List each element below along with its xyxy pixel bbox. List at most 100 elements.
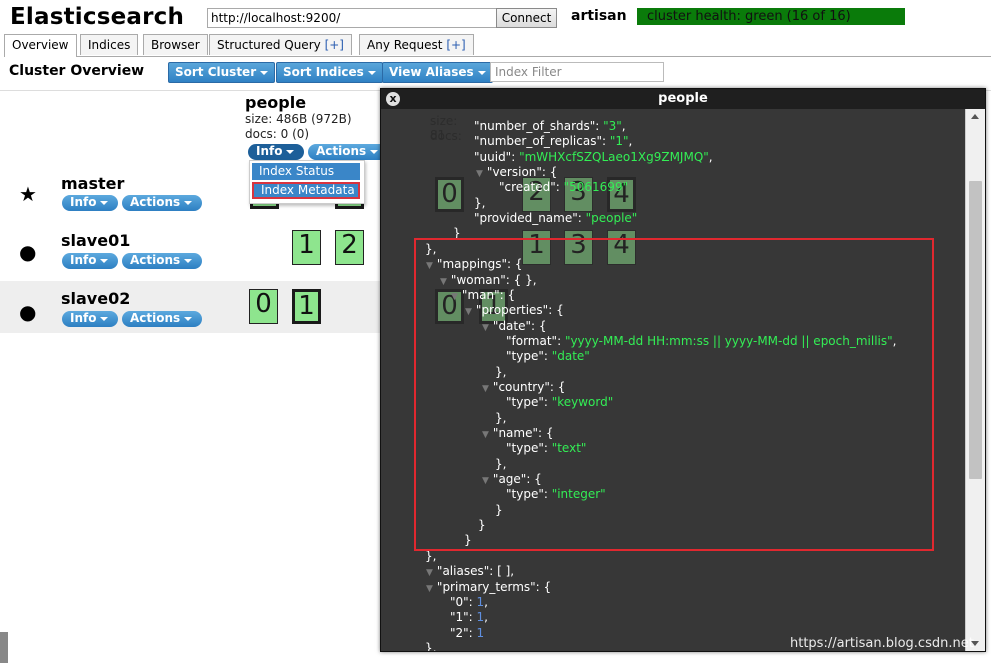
index-actions-button[interactable]: Actions [308, 144, 389, 160]
shard-box[interactable]: 1 [292, 289, 321, 324]
page-scrollbar[interactable] [0, 632, 8, 663]
circle-icon: ● [19, 240, 37, 264]
caret-down-icon [367, 70, 376, 75]
connect-button[interactable]: Connect [496, 8, 557, 28]
shard-box[interactable]: 2 [335, 230, 364, 265]
node-name: slave02 [61, 289, 131, 308]
tab-plus: [+] [324, 38, 344, 52]
collapse-toggle-icon[interactable]: ▼ [482, 430, 489, 440]
json-line: }, [495, 364, 507, 379]
pill-label: Actions [130, 311, 181, 325]
collapse-toggle-icon[interactable]: ▼ [465, 307, 472, 317]
tab-label: Any Request [367, 38, 443, 52]
json-line: "type": "date" [506, 349, 590, 364]
pill-label: Actions [130, 253, 181, 267]
node-name: slave01 [61, 231, 131, 250]
json-value: "yyyy-MM-dd HH:mm:ss || yyyy-MM-dd || ep… [564, 333, 893, 348]
tab-structured-query[interactable]: Structured Query [+] [209, 34, 352, 55]
json-key: "format": [506, 333, 565, 348]
index-info-button[interactable]: Info [248, 144, 305, 160]
json-value: "keyword" [551, 395, 614, 410]
collapse-toggle-icon[interactable]: ▼ [426, 584, 433, 594]
index-name-people: people [245, 93, 307, 112]
scroll-up-arrow-icon[interactable] [971, 114, 979, 119]
pill-label: Info [70, 253, 97, 267]
json-line: "created": "5061699" [499, 180, 628, 195]
json-line: } [464, 533, 472, 548]
dialog-header: x people [381, 89, 985, 109]
json-line: "number_of_replicas": "1", [474, 134, 633, 149]
node-info-button[interactable]: Info [62, 253, 119, 269]
json-line: } [495, 502, 503, 517]
json-key: "age": [492, 472, 535, 487]
tab-indices[interactable]: Indices [80, 34, 139, 55]
sort-indices-button[interactable]: Sort Indices [276, 62, 383, 83]
node-info-button[interactable]: Info [62, 195, 119, 211]
json-value: "mWHXcfSZQLaeo1Xg9ZMJMQ" [519, 149, 709, 164]
menu-item-index-metadata[interactable]: Index Metadata [252, 182, 360, 199]
json-key: "number_of_replicas": [474, 134, 610, 149]
collapse-toggle-icon[interactable]: ▼ [482, 384, 489, 394]
tab-any-request[interactable]: Any Request [+] [359, 34, 474, 55]
shard-box[interactable]: 1 [292, 230, 321, 265]
json-key: "uuid": [474, 149, 520, 164]
index-info-menu: Index Status Index Metadata [249, 160, 365, 204]
caret-down-icon [184, 316, 193, 321]
collapse-toggle-icon[interactable]: ▼ [482, 476, 489, 486]
tab-label: Indices [88, 38, 131, 52]
node-actions-button[interactable]: Actions [122, 195, 203, 211]
tab-browser[interactable]: Browser [143, 34, 208, 55]
shard-box[interactable]: 0 [249, 289, 278, 324]
json-line: ▼ "primary_terms": { [426, 579, 552, 594]
view-aliases-button[interactable]: View Aliases [382, 62, 493, 83]
pill-label: Actions [316, 144, 367, 158]
pill-label: Actions [130, 195, 181, 209]
index-docs: docs: 0 (0) [245, 127, 310, 141]
json-line: } [478, 518, 486, 533]
tab-plus: [+] [446, 38, 466, 52]
main-tabs: Overview Indices Browser Structured Quer… [4, 34, 991, 57]
collapse-toggle-icon[interactable]: ▼ [440, 277, 447, 287]
json-value: "people" [585, 211, 638, 226]
json-line: "0": 1, [450, 594, 488, 609]
json-key: "provided_name": [474, 211, 586, 226]
json-key: "number_of_shards": [474, 119, 604, 133]
json-viewer[interactable]: book size: 81 docs: 0 2 3 4 1 3 4 0 1 "n… [381, 109, 961, 651]
collapse-toggle-icon[interactable]: ▼ [426, 261, 433, 271]
watermark: https://artisan.blog.csdn.net [790, 636, 974, 651]
json-line: "number_of_shards": "3", [474, 119, 626, 133]
scroll-thumb[interactable] [969, 181, 982, 479]
index-size: size: 486B (972B) [245, 112, 352, 126]
caret-down-icon [184, 258, 193, 263]
json-line: "type": "text" [506, 441, 586, 456]
json-line: }, [495, 456, 507, 471]
cluster-url-input[interactable] [207, 8, 499, 28]
json-line: "provided_name": "people" [474, 211, 637, 226]
collapse-toggle-icon[interactable]: ▼ [482, 323, 489, 333]
json-line: "1": 1, [450, 610, 488, 625]
caret-down-icon [100, 200, 109, 205]
json-line: "type": "integer" [506, 487, 606, 502]
dialog-scrollbar[interactable] [965, 109, 985, 651]
node-actions-button[interactable]: Actions [122, 311, 203, 327]
json-key: "aliases": [436, 564, 498, 579]
collapse-toggle-icon[interactable]: ▼ [426, 568, 433, 578]
shard-box: 3 [564, 230, 593, 265]
index-filter-input[interactable] [490, 62, 664, 82]
node-info-button[interactable]: Info [62, 311, 119, 327]
sort-cluster-button[interactable]: Sort Cluster [168, 62, 276, 83]
json-line: } [453, 226, 461, 241]
node-actions-button[interactable]: Actions [122, 253, 203, 269]
collapse-toggle-icon[interactable]: ▼ [476, 169, 483, 179]
tab-label: Browser [151, 38, 200, 52]
tab-overview[interactable]: Overview [4, 34, 77, 57]
node-row-slave02: ● slave02 Info Actions 0 1 [0, 281, 380, 333]
collapse-toggle-icon[interactable]: ▼ [451, 292, 458, 302]
menu-item-index-status[interactable]: Index Status [252, 163, 360, 180]
json-key: "type": [506, 441, 552, 456]
shard-box: 1 [522, 230, 551, 265]
star-icon: ★ [19, 182, 37, 206]
json-key: "version": [486, 165, 550, 180]
json-key: "date": [492, 318, 539, 333]
json-value: "text" [551, 441, 587, 456]
